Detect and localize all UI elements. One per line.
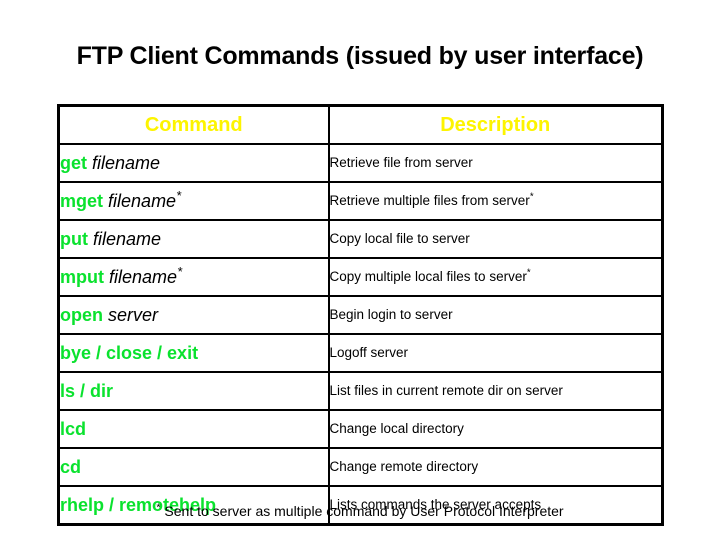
table-row: mget filename* Retrieve multiple files fr… [57, 181, 664, 221]
table-row: open server Begin login to server [57, 295, 664, 335]
slide-canvas: FTP Client Commands (issued by user inte… [0, 0, 720, 540]
footnote-asterisk: * [156, 501, 161, 514]
table-row: bye / close / exit Logoff server [57, 333, 664, 373]
cell-command: get filename [57, 143, 330, 183]
description-multiple-marker: * [526, 267, 531, 279]
table-header: Command Description [57, 104, 664, 145]
cell-description: Change local directory [327, 409, 664, 449]
cell-command: put filename [57, 219, 330, 259]
cell-description: Retrieve multiple files from server* [327, 181, 664, 221]
table-row: cd Change remote directory [57, 447, 664, 487]
description-text: Begin login to server [329, 306, 453, 322]
command-argument: filename [108, 190, 177, 211]
cell-description: Copy multiple local files to server* [327, 257, 664, 297]
table-row: put filename Copy local file to server [57, 219, 664, 259]
description-text: Change local directory [329, 420, 464, 436]
description-text: Retrieve file from server [329, 154, 473, 170]
command-keyword: get [60, 152, 87, 173]
table-row: get filename Retrieve file from server [57, 143, 664, 183]
cell-command: bye / close / exit [57, 333, 330, 373]
table-row: lcd Change local directory [57, 409, 664, 449]
command-keyword: put [60, 228, 88, 249]
ftp-commands-table: Command Description get filename Retrieve… [57, 104, 664, 526]
command-keyword: cd [60, 456, 82, 477]
cell-description: Retrieve file from server [327, 143, 664, 183]
cell-command: open server [57, 295, 330, 335]
command-multiple-marker: * [177, 263, 183, 279]
command-argument: server [108, 304, 159, 325]
description-text: Copy multiple local files to server [329, 268, 527, 284]
command-argument: filename [109, 266, 178, 287]
command-keyword: mput [60, 266, 104, 287]
description-text: Copy local file to server [329, 230, 470, 246]
column-header-description: Description [327, 104, 664, 145]
table-body: get filename Retrieve file from server mge… [57, 143, 664, 526]
column-header-command: Command [57, 104, 330, 145]
command-multiple-marker: * [176, 187, 182, 203]
command-keyword: ls / dir [60, 380, 114, 401]
description-text: List files in current remote dir on serv… [329, 382, 563, 398]
command-keyword: bye / close / exit [60, 342, 199, 363]
cell-command: lcd [57, 409, 330, 449]
command-keyword: mget [60, 190, 104, 211]
command-argument: filename [92, 152, 161, 173]
cell-description: Begin login to server [327, 295, 664, 335]
footnote-text: Sent to server as multiple command by Us… [164, 503, 564, 519]
cell-description: List files in current remote dir on serv… [327, 371, 664, 411]
footnote: * Sent to server as multiple command by … [0, 501, 720, 519]
cell-description: Logoff server [327, 333, 664, 373]
table-header-row: Command Description [57, 104, 664, 145]
cell-command: cd [57, 447, 330, 487]
command-keyword: lcd [60, 418, 87, 439]
description-multiple-marker: * [529, 191, 534, 203]
table-row: mput filename* Copy multiple local files … [57, 257, 664, 297]
cell-description: Change remote directory [327, 447, 664, 487]
command-keyword: open [60, 304, 103, 325]
table-row: ls / dir List files in current remote dir… [57, 371, 664, 411]
page-title: FTP Client Commands (issued by user inte… [76, 42, 644, 70]
cell-command: ls / dir [57, 371, 330, 411]
cell-command: mget filename* [57, 181, 330, 221]
description-text: Change remote directory [329, 458, 479, 474]
command-argument: filename [93, 228, 162, 249]
cell-command: mput filename* [57, 257, 330, 297]
description-text: Retrieve multiple files from server [329, 192, 530, 208]
cell-description: Copy local file to server [327, 219, 664, 259]
description-text: Logoff server [329, 344, 409, 360]
